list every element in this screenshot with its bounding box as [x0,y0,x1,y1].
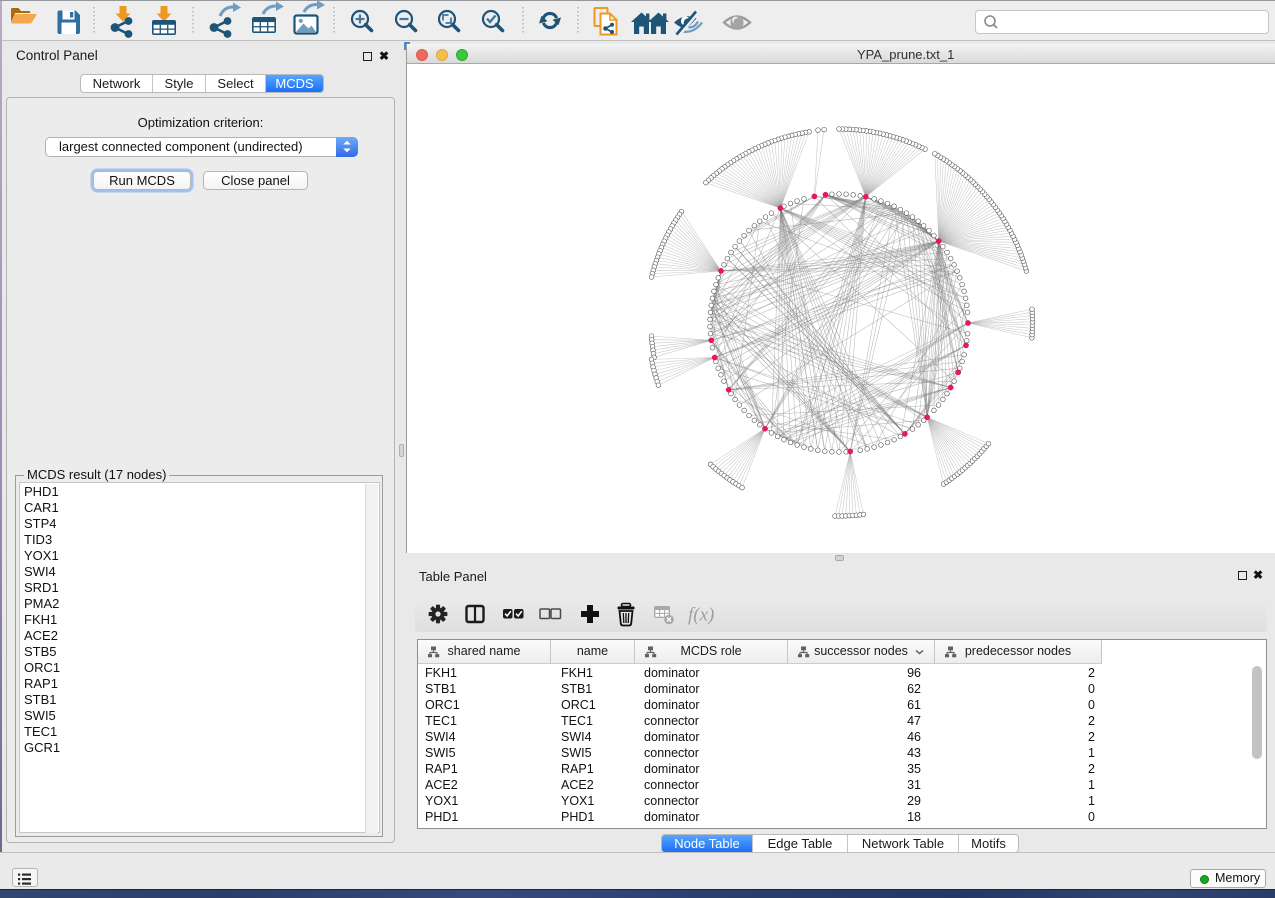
svg-text:f(x): f(x) [688,605,714,626]
